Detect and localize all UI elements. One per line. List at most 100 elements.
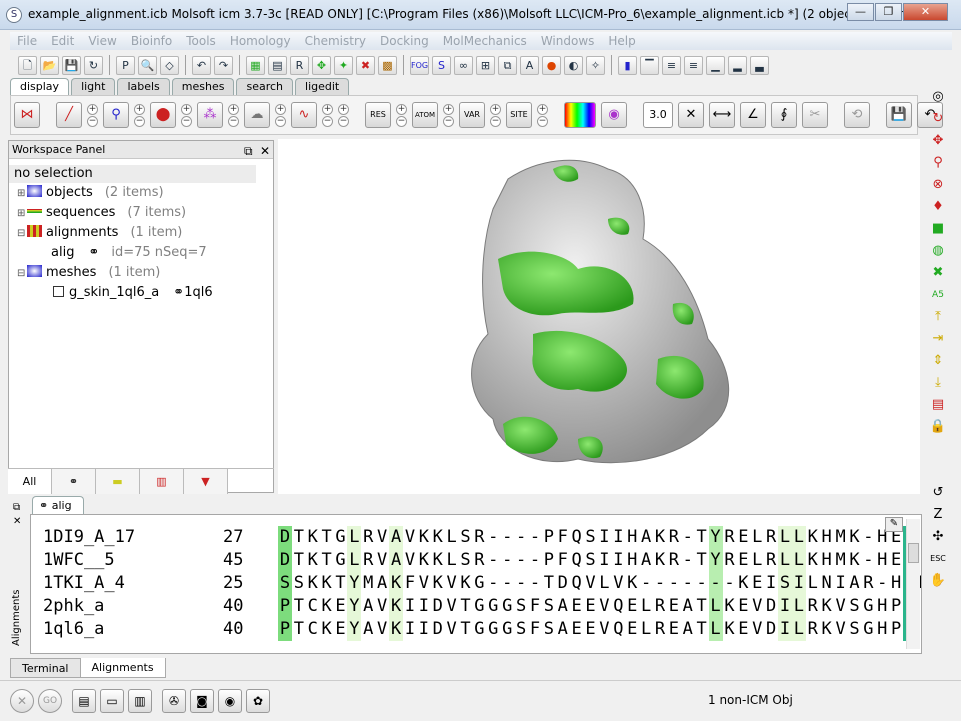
undock-icon[interactable]: ⧉ [244,142,253,160]
open-folder-icon[interactable]: 📂 [40,55,59,75]
menu-view[interactable]: View [81,32,123,50]
menu-edit[interactable]: Edit [44,32,81,50]
tab-alignments[interactable]: Alignments [79,658,166,678]
atom-label-icon[interactable]: ATOM [412,102,438,128]
tab-sequences-icon[interactable]: ▬ [96,469,140,494]
slab-mid-icon[interactable]: ⇥ [929,330,947,348]
tab-ligedit[interactable]: ligedit [295,78,350,95]
menu-chemistry[interactable]: Chemistry [298,32,373,50]
view-xy-icon[interactable]: ✣ [929,528,947,546]
table-icon[interactable]: ▤ [268,55,287,75]
lock-icon[interactable]: 🔒 [929,418,947,436]
plugin-icon[interactable]: ✿ [246,689,270,713]
torsion-icon[interactable]: ∮ [771,102,797,128]
menu-homology[interactable]: Homology [223,32,298,50]
align-bottom-icon[interactable]: ▃ [750,55,769,75]
ribbon-plus-minus[interactable]: + − [322,103,333,127]
new-file-icon[interactable]: 🗋 [18,55,37,75]
select-sphere-icon[interactable]: ✦ [334,55,353,75]
clear-measure-icon[interactable]: ✂ [802,102,828,128]
atom-plus-minus[interactable]: + − [443,103,454,127]
menu-tools[interactable]: Tools [179,32,223,50]
lasso-icon[interactable]: ◍ [929,242,947,260]
undo-icon[interactable]: ↶ [192,55,211,75]
residue-label-icon[interactable]: RES [365,102,391,128]
tab-alignments-icon[interactable]: ▥ [140,469,184,494]
save-icon[interactable]: 💾 [62,55,81,75]
tab-terminal[interactable]: Terminal [10,658,81,678]
color-sphere-icon[interactable]: ● [542,55,561,75]
tree-alignments[interactable]: ⊟ alignments (1 item) [9,223,273,243]
hand-icon[interactable]: ✋ [929,572,947,590]
alignment-row[interactable]: 1WFC__5 45 D T K T G L R V A V K K L S R - - - - P F Q S I I H A K R - T… [43,549,917,572]
cpk-plus-minus[interactable]: + − [181,103,192,127]
skin-surface-icon[interactable]: ☁ [244,102,270,128]
redo-icon[interactable]: ↷ [214,55,233,75]
alignment-row[interactable]: 1DI9_A_17 27 D T K T G L R V A V K K L S R - - - - P F Q S I I H A K R… [43,526,917,549]
dot-surface-icon[interactable]: ⁂ [197,102,223,128]
measure-icon[interactable]: ⟷ [709,102,735,128]
select-box-icon[interactable]: ■ [929,220,947,238]
align-4-icon[interactable]: ▁ [706,55,725,75]
color-palette-icon[interactable] [564,102,596,128]
slab-bottom-icon[interactable]: ⤓ [929,374,947,392]
rotate-lock-icon[interactable]: ⟲ [844,102,870,128]
box-icon[interactable]: ⊞ [476,55,495,75]
clip-icon[interactable]: ⊗ [929,176,947,194]
site-plus-minus[interactable]: + − [537,103,548,127]
go-icon[interactable]: GO [38,689,62,713]
align-1-icon[interactable]: ▔ [640,55,659,75]
tab-all[interactable]: All [8,469,52,494]
wire-display-icon[interactable]: ⋈ [14,102,40,128]
undock-icon[interactable]: ⧉ [13,502,20,513]
align-2-icon[interactable]: ≡ [662,55,681,75]
movie-icon[interactable]: ✇ [162,689,186,713]
vertical-scrollbar[interactable] [906,519,920,649]
fog-icon[interactable]: FOG [410,55,429,75]
color-wheel-icon[interactable]: ◉ [601,102,627,128]
variable-label-icon[interactable]: VAR [459,102,485,128]
ligand-icon[interactable]: ♦ [929,198,947,216]
shading-icon[interactable]: ◐ [564,55,583,75]
align-5-icon[interactable]: ▂ [728,55,747,75]
book-icon[interactable]: ▥ [128,689,152,713]
view-rotate-icon[interactable]: ↺ [929,484,947,502]
select-neighbors-icon[interactable]: ✥ [312,55,331,75]
tree-alig[interactable]: alig ⚭ id=75 nSeq=7 [9,243,273,263]
copy-icon[interactable]: ⧉ [498,55,517,75]
distance-icon[interactable]: ✕ [678,102,704,128]
alignment-tool-icon[interactable]: ✎ [885,517,903,532]
select-icon[interactable]: ▦ [246,55,265,75]
tag-icon[interactable]: ◇ [160,55,179,75]
stereo-icon[interactable]: S [432,55,451,75]
workspace-toggle-icon[interactable]: ▤ [72,689,96,713]
maximize-button[interactable]: ❐ [875,3,902,21]
tree-sequences[interactable]: ⊞ sequences (7 items) [9,203,273,223]
select-x-icon[interactable]: ✖ [929,264,947,282]
tree-meshes[interactable]: ⊟ meshes (1 item) [9,263,273,283]
tab-labels[interactable]: labels [117,78,170,95]
tab-meshes[interactable]: meshes [171,78,235,95]
stick-display-icon[interactable]: ╱ [56,102,82,128]
menu-file[interactable]: File [10,32,44,50]
molecule-viewer[interactable] [278,139,920,494]
view-z-icon[interactable]: Z [929,506,947,524]
align-top-icon[interactable]: ▮ [618,55,637,75]
refresh-icon[interactable]: ↻ [84,55,103,75]
close-dock-icon[interactable]: ✕ [13,516,21,527]
alignment-view[interactable]: 1DI9_A_17 27 D T K T G L R V A V K K L S R - - - - P F Q S I I H A K R… [30,514,922,654]
menu-molmechanics[interactable]: MolMechanics [436,32,534,50]
var-plus-minus[interactable]: + − [490,103,501,127]
residue-icon[interactable]: R [290,55,309,75]
pdb-icon[interactable]: P [116,55,135,75]
label-font-icon[interactable]: A [520,55,539,75]
tab-alig[interactable]: ⚭ alig [32,496,84,514]
alignment-row[interactable]: 2phk_a 40 P T C K E Y A V K I I D V T G G G S F S A E E V Q E L R E A T L… [43,595,917,618]
menu-docking[interactable]: Docking [373,32,436,50]
rotate-icon[interactable]: ↻ [929,110,947,128]
select-a5-icon[interactable]: A5 [929,286,947,304]
close-button[interactable]: ✕ [903,3,948,21]
alignment-row[interactable]: 1ql6_a 40 P T C K E Y A V K I I D V T G G G S F S A E E V Q E L R E A T L… [43,618,917,641]
translate-icon[interactable]: ✥ [929,132,947,150]
tree-g-skin[interactable]: g_skin_1ql6_a ⚭1ql6 [9,283,273,303]
